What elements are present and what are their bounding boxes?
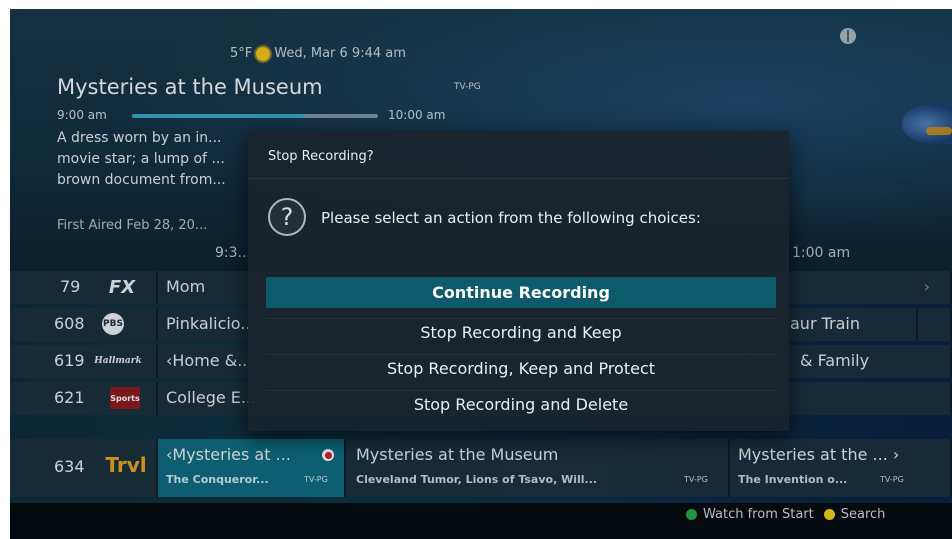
dialog-title: Stop Recording? xyxy=(268,149,374,164)
stop-and-delete-button[interactable]: Stop Recording and Delete xyxy=(266,390,776,418)
tv-guide-screen: 5°F Wed, Mar 6 9:44 am Mysteries at the … xyxy=(10,9,952,539)
stop-recording-dialog: Stop Recording? ? Please select an actio… xyxy=(248,131,789,431)
stop-keep-protect-button[interactable]: Stop Recording, Keep and Protect xyxy=(266,354,776,382)
dialog-divider xyxy=(248,178,789,179)
continue-recording-button[interactable]: Continue Recording xyxy=(266,277,776,308)
dialog-message: Please select an action from the followi… xyxy=(321,209,701,227)
question-mark-icon: ? xyxy=(268,198,306,236)
stop-and-keep-button[interactable]: Stop Recording and Keep xyxy=(266,318,776,346)
